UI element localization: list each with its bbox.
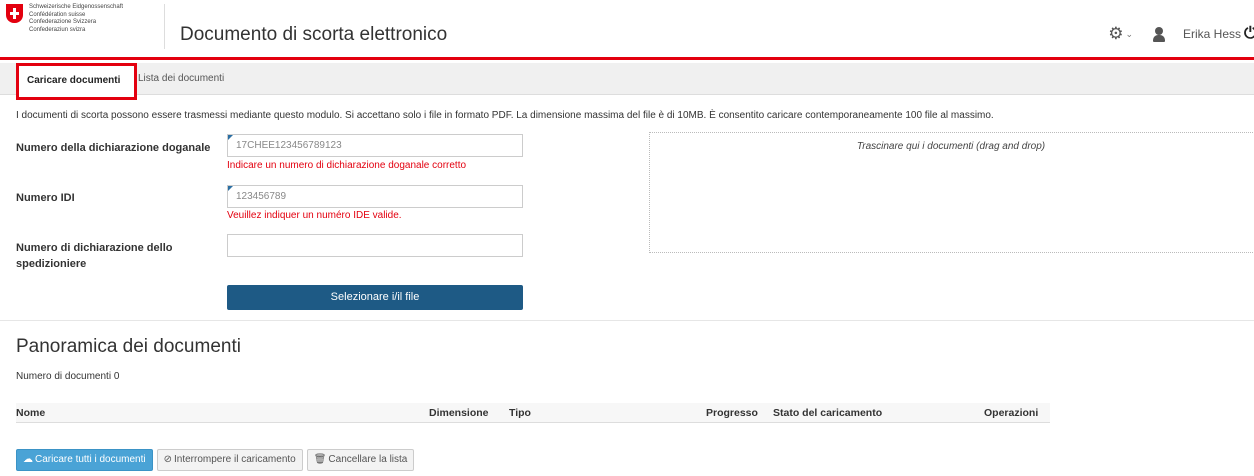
customs-declaration-label: Numero della dichiarazione doganale: [16, 142, 211, 154]
stop-upload-button[interactable]: ⊘ Interrompere il caricamento: [156, 449, 303, 471]
overview-title: Panoramica dei documenti: [16, 336, 241, 357]
column-header-upload-status[interactable]: Stato del caricamento: [773, 407, 882, 419]
chevron-down-icon[interactable]: ⌄: [1125, 29, 1133, 40]
info-text: I documenti di scorta possono essere tra…: [16, 110, 994, 121]
column-header-type[interactable]: Tipo: [509, 407, 531, 419]
upload-all-label: Caricare tutti i documenti: [35, 454, 146, 465]
column-header-progress[interactable]: Progresso: [706, 407, 758, 419]
header-actions: ⚙ ⌄ Erika Hess ⏻: [1108, 24, 1254, 44]
idi-input[interactable]: 123456789: [227, 185, 523, 208]
customs-declaration-input[interactable]: 17CHEE123456789123: [227, 134, 523, 157]
required-marker-icon: [228, 186, 233, 191]
header-divider: [164, 4, 165, 49]
user-icon[interactable]: [1151, 26, 1167, 42]
customs-declaration-value: 17CHEE123456789123: [236, 140, 342, 151]
logo-line: Schweizerische Eidgenossenschaft: [29, 4, 124, 10]
tab-bar: Caricare documenti Lista dei documenti: [0, 63, 1254, 100]
logo-line: Confederaziun svizra: [29, 26, 86, 33]
cloud-upload-icon: ☁: [23, 454, 33, 465]
tab-document-list[interactable]: Lista dei documenti: [138, 63, 224, 95]
drop-zone-text: Trascinare qui i documenti (drag and dro…: [856, 141, 1046, 152]
column-header-size[interactable]: Dimensione: [429, 407, 489, 419]
idi-error: Veuillez indiquer un numéro IDE valide.: [227, 210, 402, 221]
upload-all-button[interactable]: ☁ Caricare tutti i documenti: [16, 449, 153, 471]
column-header-name[interactable]: Nome: [16, 407, 45, 419]
required-marker-icon: [228, 135, 233, 140]
documents-table-header: Nome Dimensione Tipo Progresso Stato del…: [16, 403, 1050, 423]
logo-line: Confederazione Svizzera: [29, 19, 97, 25]
document-count: Numero di documenti 0: [16, 371, 120, 382]
idi-value: 123456789: [236, 191, 287, 202]
logo-text: Schweizerische Eidgenossenschaft Confédé…: [29, 4, 123, 34]
forwarder-declaration-input[interactable]: [227, 234, 523, 257]
user-name[interactable]: Erika Hess: [1183, 27, 1241, 41]
stop-upload-label: Interrompere il caricamento: [174, 454, 296, 465]
trash-icon: 🗑: [313, 454, 327, 465]
forwarder-declaration-label: Numero di dichiarazione dello spedizioni…: [16, 242, 173, 270]
column-header-operations[interactable]: Operazioni: [984, 407, 1038, 419]
swiss-confederation-logo[interactable]: Schweizerische Eidgenossenschaft Confédé…: [6, 4, 123, 34]
logo-line: Confédération suisse: [29, 11, 86, 18]
app-header: Schweizerische Eidgenossenschaft Confédé…: [0, 0, 1254, 60]
idi-label: Numero IDI: [16, 192, 75, 204]
power-icon[interactable]: ⏻: [1244, 25, 1254, 43]
clear-list-label: Cancellare la lista: [328, 454, 408, 465]
upload-actions: ☁ Caricare tutti i documenti ⊘ Interromp…: [16, 449, 418, 471]
drop-zone[interactable]: Trascinare qui i documenti (drag and dro…: [649, 132, 1254, 253]
clear-list-button[interactable]: 🗑 Cancellare la lista: [306, 449, 415, 471]
customs-declaration-error: Indicare un numero di dichiarazione doga…: [227, 160, 467, 171]
section-divider: [0, 320, 1254, 321]
swiss-flag-icon: [6, 4, 23, 23]
select-files-button[interactable]: Selezionare i/il file: [227, 285, 523, 310]
app-title: Documento di scorta elettronico: [180, 24, 448, 45]
gear-icon[interactable]: ⚙: [1108, 24, 1123, 44]
ban-icon: ⊘: [163, 454, 172, 465]
tab-upload-documents[interactable]: Caricare documenti: [16, 63, 137, 100]
